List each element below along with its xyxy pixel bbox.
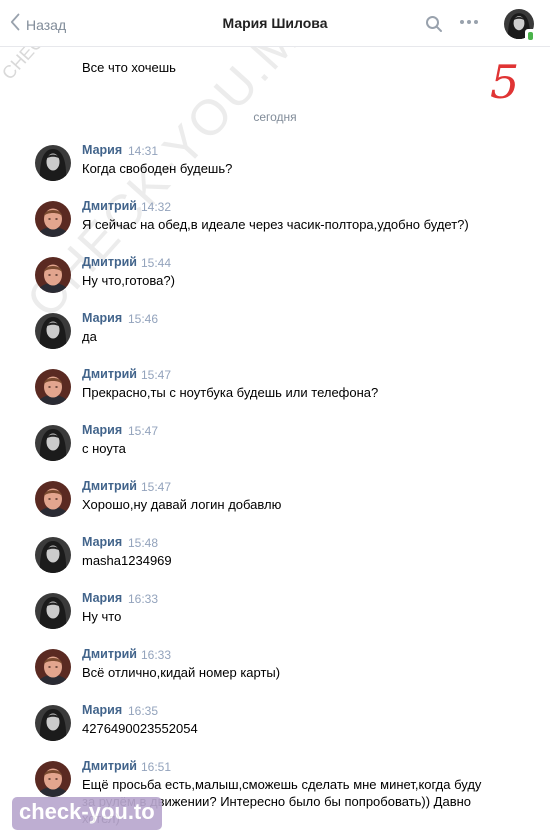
back-button[interactable]: Назад (10, 13, 66, 36)
message-author[interactable]: Мария (82, 591, 122, 605)
avatar-maria[interactable] (35, 705, 71, 741)
message-item: Мария 15:48 masha1234969 (35, 535, 535, 587)
message-time[interactable]: 15:47 (141, 368, 171, 382)
chat-header: Назад Мария Шилова (0, 0, 550, 47)
message-time[interactable]: 16:33 (128, 592, 158, 606)
message-text: 4276490023552054 (82, 721, 198, 736)
message-time[interactable]: 15:46 (128, 312, 158, 326)
avatar-maria[interactable] (35, 425, 71, 461)
message-item: Мария 16:33 Ну что (35, 591, 535, 643)
message-text: Всё отлично,кидай номер карты) (82, 665, 281, 680)
message-item: Мария 16:35 4276490023552054 (35, 703, 535, 755)
message-author[interactable]: Мария (82, 143, 122, 157)
message-item: Дмитрий 14:32 Я сейчас на обед,в идеале че… (35, 199, 535, 251)
message-author[interactable]: Мария (82, 535, 122, 549)
message-time[interactable]: 14:32 (141, 200, 171, 214)
message-time[interactable]: 15:48 (128, 536, 158, 550)
message-item: Дмитрий 15:44 Ну что,готова?) (35, 255, 535, 307)
avatar-maria[interactable] (35, 593, 71, 629)
more-button[interactable] (460, 20, 478, 24)
bottom-watermark: check-you.to (12, 797, 162, 830)
message-text: masha1234969 (82, 553, 172, 568)
search-button[interactable] (425, 15, 443, 38)
message-text: Ну что,готова?) (82, 273, 175, 288)
message-author[interactable]: Дмитрий (82, 255, 137, 269)
message-item: Дмитрий 15:47 Хорошо,ну давай логин добавл… (35, 479, 535, 531)
message-author[interactable]: Дмитрий (82, 479, 137, 493)
message-author[interactable]: Дмитрий (82, 367, 137, 381)
chevron-left-icon (10, 13, 20, 36)
message-time[interactable]: 16:35 (128, 704, 158, 718)
message-text: Когда свободен будешь? (82, 161, 233, 176)
message-text: Хорошо,ну давай логин добавлю (82, 497, 282, 512)
message-item: Дмитрий 16:33 Всё отлично,кидай номер карт… (35, 647, 535, 699)
previous-message-text: Все что хочешь (82, 60, 176, 75)
online-indicator-icon (525, 29, 536, 43)
avatar-dmitry[interactable] (35, 369, 71, 405)
message-item: Мария 15:46 да (35, 311, 535, 363)
avatar-dmitry[interactable] (35, 761, 71, 797)
search-icon (425, 16, 443, 37)
message-author[interactable]: Мария (82, 703, 122, 717)
message-text: с ноута (82, 441, 126, 456)
message-author[interactable]: Мария (82, 423, 122, 437)
message-item: Мария 15:47 с ноута (35, 423, 535, 475)
avatar-maria[interactable] (35, 145, 71, 181)
avatar-maria[interactable] (35, 537, 71, 573)
message-time[interactable]: 15:44 (141, 256, 171, 270)
page-number-annotation: 5 (490, 55, 520, 109)
message-text: Я сейчас на обед,в идеале через часик-по… (82, 217, 469, 232)
message-time[interactable]: 14:31 (128, 144, 158, 158)
avatar-dmitry[interactable] (35, 201, 71, 237)
message-author[interactable]: Мария (82, 311, 122, 325)
message-time[interactable]: 15:47 (141, 480, 171, 494)
message-time[interactable]: 15:47 (128, 424, 158, 438)
avatar-dmitry[interactable] (35, 257, 71, 293)
chat-title[interactable]: Мария Шилова (223, 15, 328, 31)
message-text: Ну что (82, 609, 122, 624)
avatar-dmitry[interactable] (35, 481, 71, 517)
avatar-maria[interactable] (35, 313, 71, 349)
back-label: Назад (26, 16, 67, 33)
more-icon (460, 20, 464, 24)
message-time[interactable]: 16:51 (141, 760, 171, 774)
avatar-dmitry[interactable] (35, 649, 71, 685)
message-author[interactable]: Дмитрий (82, 647, 137, 661)
message-item: Дмитрий 15:47 Прекрасно,ты с ноутбука буде… (35, 367, 535, 419)
message-author[interactable]: Дмитрий (82, 759, 137, 773)
message-time[interactable]: 16:33 (141, 648, 171, 662)
message-author[interactable]: Дмитрий (82, 199, 137, 213)
day-separator: сегодня (253, 110, 297, 124)
message-text: Прекрасно,ты с ноутбука будешь или телеф… (82, 385, 379, 400)
message-text: да (82, 329, 97, 344)
message-item: Мария 14:31 Когда свободен будешь? (35, 143, 535, 195)
